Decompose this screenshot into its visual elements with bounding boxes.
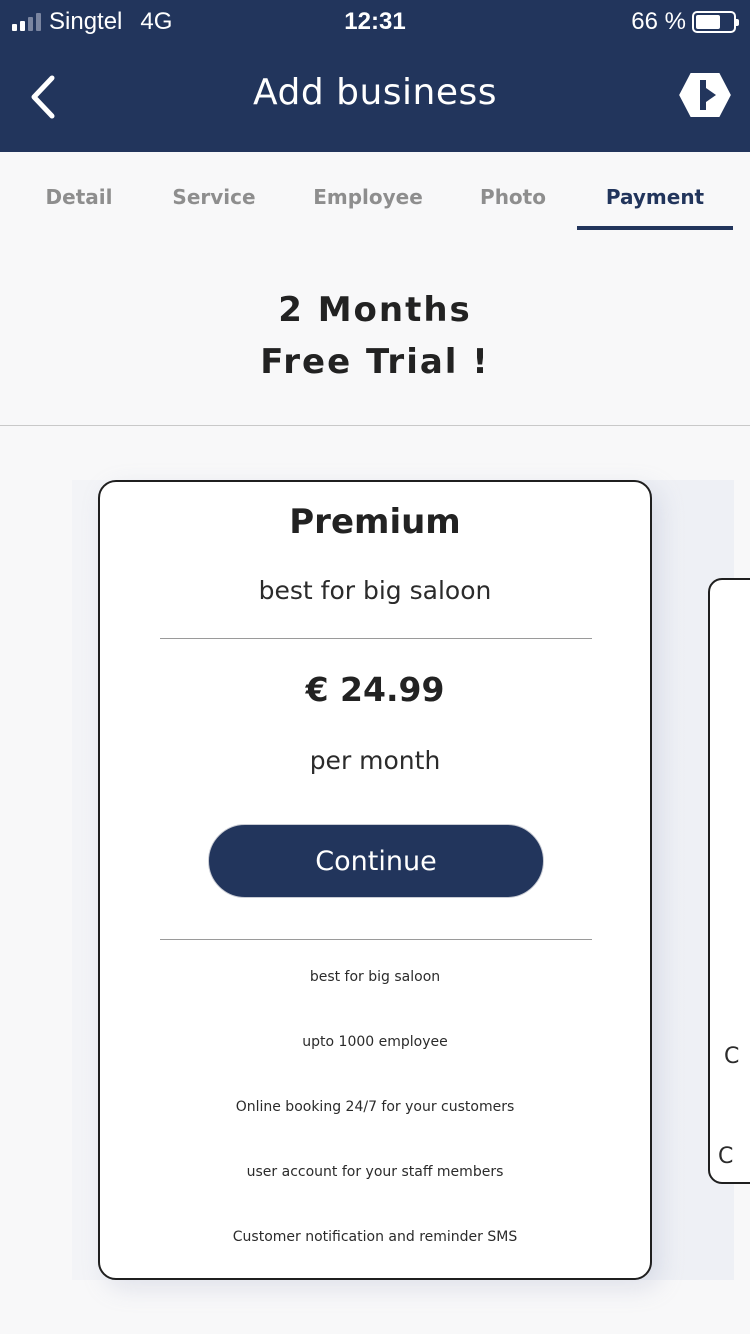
tab-service[interactable]: Service [150,152,278,230]
back-button[interactable] [22,70,68,124]
trial-headline-line1: 2 Months [278,290,472,330]
plan-feature: Online booking 24/7 for your customers [235,1099,515,1115]
step-tabs: Detail Service Employee Photo Payment [0,152,750,232]
nav-bar: Add business [0,42,750,152]
card-divider [160,939,592,940]
continue-button[interactable]: Continue [208,824,544,898]
plan-period: per month [309,746,441,775]
page-title: Add business [252,72,498,113]
status-bar: Singtel 4G 12:31 66 % [0,0,750,42]
plan-feature: user account for your staff members [246,1164,504,1180]
battery-icon [692,11,739,33]
plan-feature: Customer notification and reminder SMS [232,1229,518,1245]
carrier-label: Singtel [49,8,123,35]
plan-feature: upto 1000 employee [302,1034,448,1050]
trial-headline-line2: Free Trial ! [260,342,490,382]
signal-icon [12,13,41,31]
plan-feature: best for big saloon [309,969,441,985]
tab-payment[interactable]: Payment [577,152,733,230]
plan-subtitle: best for big saloon [258,576,492,605]
plan-card-premium[interactable]: Premium best for big saloon € 24.99 per … [98,480,652,1280]
chevron-left-icon [31,75,55,119]
card-divider [160,638,592,639]
battery-percent: 66 % [631,8,686,35]
status-right: 66 % [631,8,739,36]
plan-title: Premium [289,502,461,542]
divider [0,425,750,426]
tab-detail[interactable]: Detail [20,152,138,230]
next-plan-text: C [718,1144,734,1169]
tab-photo[interactable]: Photo [458,152,568,230]
tab-employee[interactable]: Employee [295,152,441,230]
next-plan-text: C [724,1044,740,1069]
status-left: Singtel 4G [12,8,172,36]
brand-logo-icon[interactable] [676,66,734,124]
trial-headline: 2 Months Free Trial ! [0,284,750,388]
plan-price: € 24.99 [305,670,445,709]
network-label: 4G [140,8,173,35]
active-tab-indicator [577,226,733,230]
next-plan-card[interactable]: C C [708,578,750,1184]
